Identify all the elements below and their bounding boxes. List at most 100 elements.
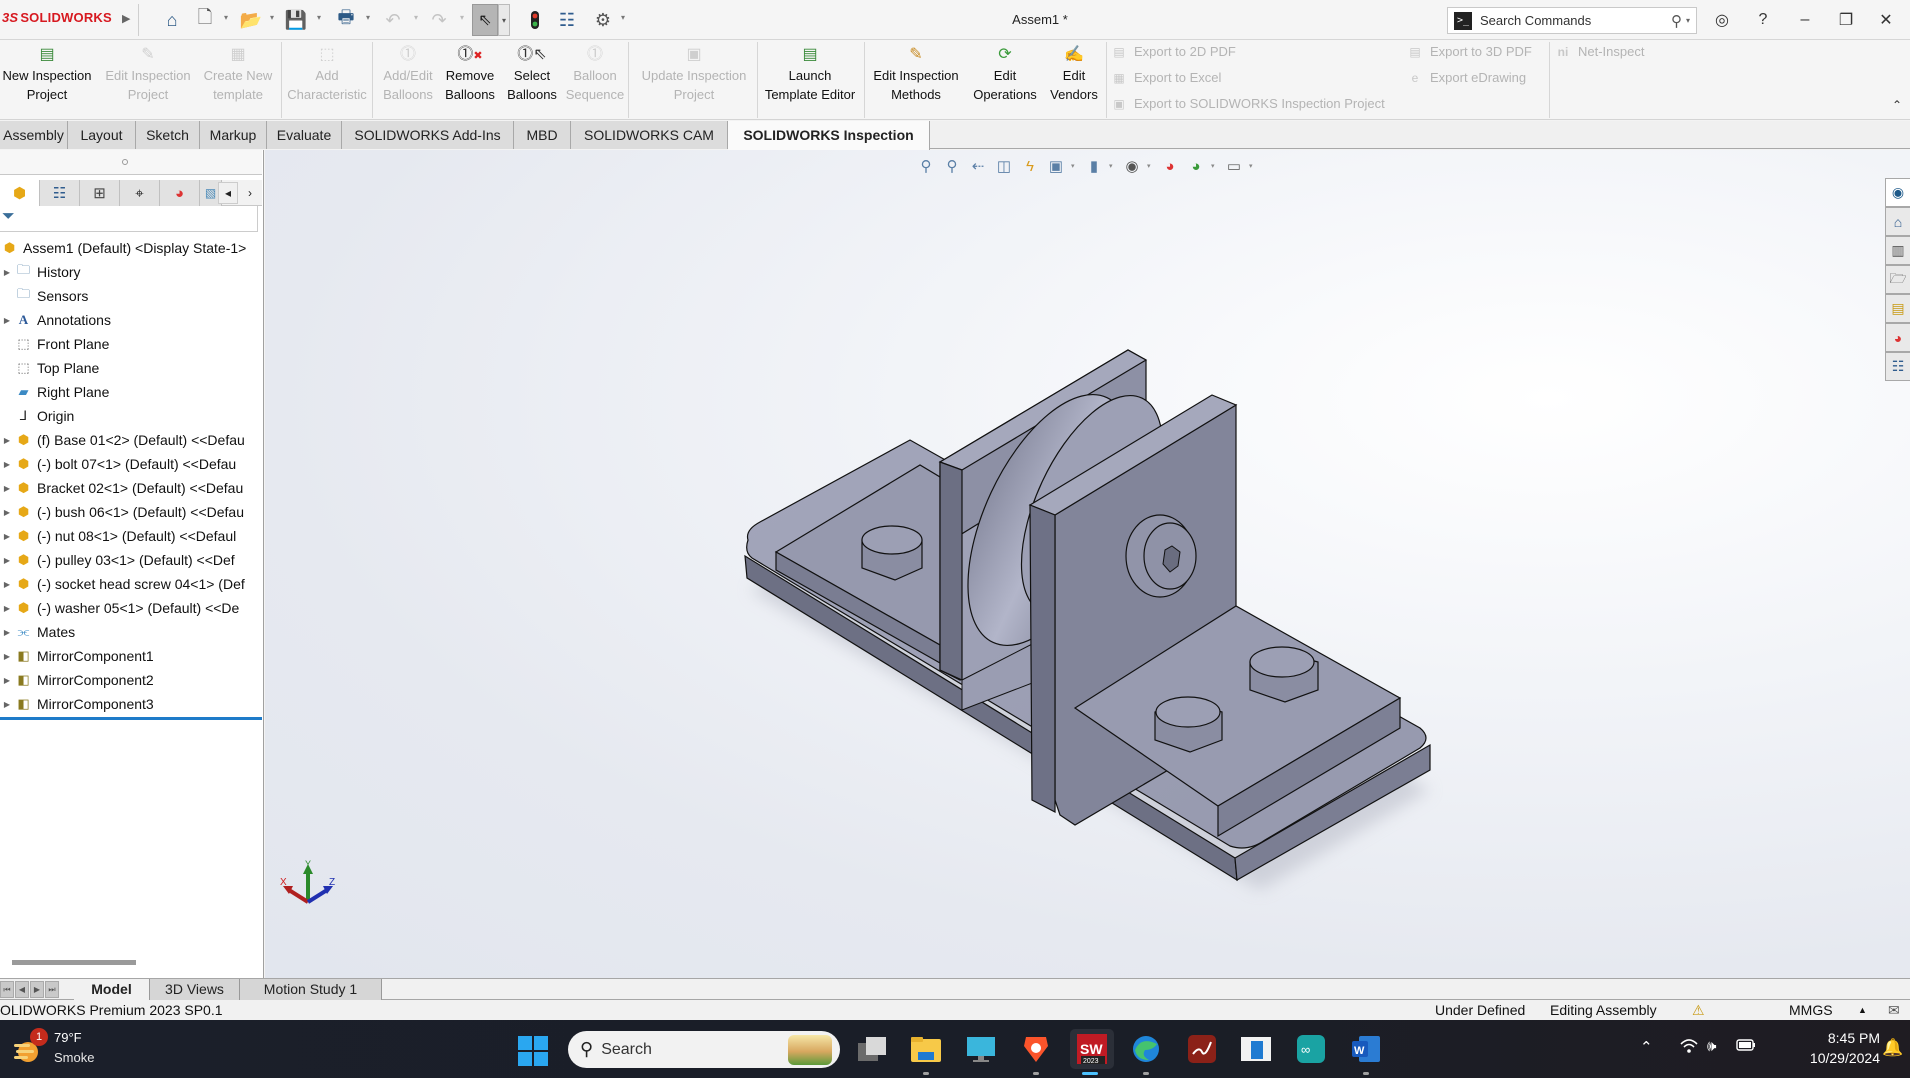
export-3d-pdf-button[interactable]: ▤ Export to 3D PDF [1406,44,1532,59]
tree-item-component[interactable]: ▶ ⬢ (-) washer 05<1> (Default) <<De [0,596,262,620]
taskbar-search-field[interactable]: ⚲ Search [568,1031,840,1068]
export-edrawing-button[interactable]: e Export eDrawing [1406,70,1526,85]
balloon-sequence-button[interactable]: ⓵ Balloon Sequence [564,44,626,104]
search-commands-field[interactable]: >_ Search Commands ⚲ ▾ [1447,7,1697,34]
expand-arrow-icon[interactable]: ▶ [0,484,14,493]
select-cursor-icon[interactable]: ⇖ [472,4,498,36]
filter-icon[interactable]: ⏷ [2,208,15,226]
minimize-button[interactable]: – [1792,8,1818,32]
edit-inspection-methods-button[interactable]: ✎ Edit Inspection Methods [868,44,964,104]
tabs-scroll-left-icon[interactable]: ◂ [218,182,238,204]
select-balloons-button[interactable]: ⓵⇖ Select Balloons [502,44,562,104]
search-icon[interactable]: ⚲ [1671,12,1682,30]
tab-layout[interactable]: Layout [68,121,136,149]
file-explorer-folder-icon[interactable]: 🗁 [1885,265,1910,294]
window-app-icon[interactable] [1236,1029,1276,1069]
help-icon[interactable]: ? [1750,8,1776,32]
assembly-3d-model[interactable] [265,150,1910,978]
tab-markup[interactable]: Markup [200,121,267,149]
launch-template-editor-button[interactable]: ▤ Launch Template Editor [760,44,860,104]
panel-resize-handle[interactable] [0,150,262,175]
first-tab-icon[interactable]: ⏮ [0,981,14,998]
open-dropdown-icon[interactable]: ▾ [270,13,274,22]
microsoft-word-icon[interactable]: W [1346,1029,1386,1075]
expand-arrow-icon[interactable]: ▶ [0,700,14,709]
expand-arrow-icon[interactable]: ▶ [0,652,14,661]
units-selector[interactable]: MMGS [1789,1002,1833,1018]
units-dropdown-icon[interactable]: ▲ [1858,1005,1867,1015]
edit-vendors-button[interactable]: ✍ Edit Vendors [1044,44,1104,104]
edit-operations-button[interactable]: ⟳ Edit Operations [966,44,1044,104]
edge-browser-icon[interactable] [1126,1029,1166,1075]
tree-item-front-plane[interactable]: ⬚ Front Plane [0,332,262,356]
options-dropdown-icon[interactable]: ▾ [621,13,625,22]
expand-arrow-icon[interactable]: ▶ [0,676,14,685]
propertymanager-tab-icon[interactable]: ☷ [40,180,80,206]
quick-tips-icon[interactable]: ✉ [1888,1002,1900,1019]
home-icon[interactable]: ⌂ [160,8,184,32]
configurationmanager-tab-icon[interactable]: ⊞ [80,180,120,206]
tab-solidworks-add-ins[interactable]: SOLIDWORKS Add-Ins [342,121,514,149]
save-icon[interactable]: 💾 [284,8,308,32]
tabs-scroll-right-icon[interactable]: › [240,182,260,204]
gear-icon[interactable]: ⚙ [592,8,614,32]
tree-item-mirror-component[interactable]: ▶ ◧ MirrorComponent1 [0,644,262,668]
edit-inspection-project-button[interactable]: ✎ Edit Inspection Project [100,44,196,104]
battery-icon[interactable] [1736,1038,1756,1056]
tab-mbd[interactable]: MBD [514,121,571,149]
redo-icon[interactable]: ↷ [428,8,450,32]
rollback-bar[interactable] [0,717,262,720]
expand-arrow-icon[interactable]: ▶ [0,316,14,325]
red-app-icon[interactable] [1182,1029,1222,1069]
tree-item-origin[interactable]: ⅃ Origin [0,404,262,428]
displaymanager-tab-icon[interactable]: ◕ [160,180,200,206]
user-account-icon[interactable]: ◎ [1709,8,1735,32]
tree-item-component[interactable]: ▶ ⬢ Bracket 02<1> (Default) <<Defau [0,476,262,500]
menu-expand-arrow-icon[interactable]: ▶ [122,12,130,25]
tab-model[interactable]: Model [74,979,150,1000]
restore-button[interactable]: ❐ [1833,8,1859,32]
view-palette-icon[interactable]: ▤ [1885,294,1910,323]
expand-arrow-icon[interactable]: ▶ [0,580,14,589]
remove-balloons-button[interactable]: ⓵✖ Remove Balloons [440,44,500,104]
graphics-area[interactable]: ⚲ ⚲ ⇠ ◫ ϟ ▣ ▾ ▮ ▾ ◉ ▾ ◕ ◕ ▾ ▭ ▾ ◧ ◨ _ ❐ … [265,150,1910,978]
tree-item-right-plane[interactable]: ▰ Right Plane [0,380,262,404]
design-library-icon[interactable]: ▥ [1885,236,1910,265]
export-excel-button[interactable]: ▦ Export to Excel [1110,70,1221,85]
print-dropdown-icon[interactable]: ▾ [366,13,370,22]
custom-properties-icon[interactable]: ☷ [1885,352,1910,381]
tree-item-assembly-root[interactable]: ⬢ Assem1 (Default) <Display State-1> [0,236,262,260]
solidworks-resources-home-icon[interactable]: ⌂ [1885,207,1910,236]
volume-icon[interactable]: 🕪 [1707,1038,1716,1055]
new-document-icon[interactable]: 🗋 [194,7,216,32]
expand-arrow-icon[interactable]: ▶ [0,604,14,613]
next-tab-icon[interactable]: ▶ [30,981,44,998]
appearances-scenes-icon[interactable]: ◕ [1885,323,1910,352]
tree-item-top-plane[interactable]: ⬚ Top Plane [0,356,262,380]
tab-solidworks-inspection[interactable]: SOLIDWORKS Inspection [728,121,930,150]
tree-item-component[interactable]: ▶ ⬢ (-) pulley 03<1> (Default) <<Def [0,548,262,572]
remote-desktop-icon[interactable] [961,1029,1001,1069]
tree-item-component[interactable]: ▶ ⬢ (-) bolt 07<1> (Default) <<Defau [0,452,262,476]
save-dropdown-icon[interactable]: ▾ [317,13,321,22]
tree-item-mates[interactable]: ▶ ⫘ Mates [0,620,262,644]
tree-item-component[interactable]: ▶ ⬢ (-) socket head screw 04<1> (Def [0,572,262,596]
tab-3d-views[interactable]: 3D Views [150,979,240,1000]
tree-item-component[interactable]: ▶ ⬢ (-) bush 06<1> (Default) <<Defau [0,500,262,524]
export-inspection-project-button[interactable]: ▣ Export to SOLIDWORKS Inspection Project [1110,96,1384,111]
brave-browser-icon[interactable] [1016,1029,1056,1075]
file-explorer-icon[interactable] [906,1029,946,1075]
arduino-icon[interactable]: ∞ [1291,1029,1331,1069]
expand-arrow-icon[interactable]: ▶ [0,436,14,445]
rebuild-traffic-light-icon[interactable] [524,8,546,32]
horizontal-scrollbar[interactable] [12,960,136,965]
add-edit-balloons-button[interactable]: ⓵ Add/Edit Balloons [376,44,440,104]
print-icon[interactable]: 🖶 [333,7,359,32]
weather-temperature[interactable]: 79°F [54,1030,82,1045]
last-tab-icon[interactable]: ⏭ [45,981,59,998]
tree-item-component[interactable]: ▶ ⬢ (-) nut 08<1> (Default) <<Defaul [0,524,262,548]
tree-item-component[interactable]: ▶ ⬢ (f) Base 01<2> (Default) <<Defau [0,428,262,452]
file-properties-icon[interactable]: ☷ [556,8,578,32]
close-button[interactable]: ✕ [1873,8,1899,32]
show-hidden-icons-chevron-icon[interactable]: ⌃ [1640,1038,1653,1056]
